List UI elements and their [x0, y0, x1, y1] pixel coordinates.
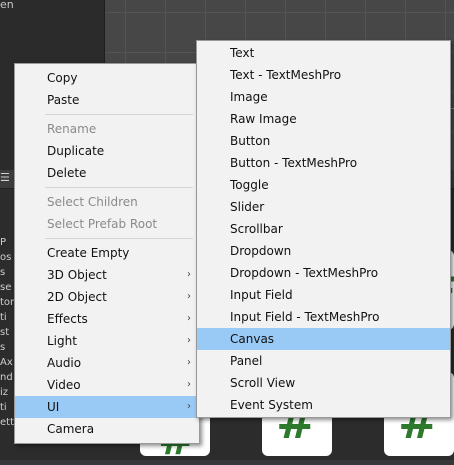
- hierarchy-item-fragment[interactable]: iz: [0, 385, 14, 400]
- hierarchy-item-fragment[interactable]: nd: [0, 370, 14, 385]
- menu-item-label: Button - TextMeshPro: [230, 156, 358, 170]
- menu-item-label: Canvas: [230, 332, 275, 346]
- hierarchy-item-fragment[interactable]: P: [0, 235, 14, 250]
- hierarchy-item-fragment[interactable]: s: [0, 340, 14, 355]
- menu-item-label: Button: [230, 134, 271, 148]
- menu-item-label: Copy: [47, 71, 78, 85]
- hierarchy-context-menu: Copy Paste Rename Duplicate Delete Select Chi…: [14, 63, 200, 444]
- menu-item-label: Input Field: [230, 288, 293, 302]
- hierarchy-item-fragment[interactable]: s: [0, 265, 14, 280]
- menu-item-label: Select Children: [47, 195, 138, 209]
- hierarchy-item-fragment[interactable]: st: [0, 325, 14, 340]
- submenu-item-slider[interactable]: Slider: [197, 196, 450, 218]
- menu-item-duplicate[interactable]: Duplicate: [15, 140, 199, 162]
- hierarchy-list-fragments: Pos s se tor ti st s Ax nd iz ti ett: [0, 235, 14, 430]
- submenu-item-scroll-view[interactable]: Scroll View: [197, 372, 450, 394]
- submenu-item-raw-image[interactable]: Raw Image: [197, 108, 450, 130]
- submenu-item-text-textmeshpro[interactable]: Text - TextMeshPro: [197, 64, 450, 86]
- menu-item-label: Light: [47, 334, 77, 348]
- menu-item-copy[interactable]: Copy: [15, 67, 199, 89]
- chevron-right-icon: ›: [187, 291, 191, 302]
- menu-item-3d-object[interactable]: 3D Object ›: [15, 264, 199, 286]
- chevron-right-icon: ›: [187, 335, 191, 346]
- menu-item-label: Select Prefab Root: [47, 217, 158, 231]
- menu-item-label: Dropdown: [230, 244, 292, 258]
- menu-item-video[interactable]: Video ›: [15, 374, 199, 396]
- hierarchy-text-fragment: en: [0, 0, 14, 11]
- menu-separator: [45, 187, 193, 188]
- menu-item-label: Rename: [47, 122, 97, 136]
- menu-item-delete[interactable]: Delete: [15, 162, 199, 184]
- menu-separator: [45, 114, 193, 115]
- hierarchy-item-fragment[interactable]: ti: [0, 310, 14, 325]
- submenu-item-toggle[interactable]: Toggle: [197, 174, 450, 196]
- menu-item-label: Video: [47, 378, 81, 392]
- menu-item-label: Dropdown - TextMeshPro: [230, 266, 379, 280]
- menu-item-paste[interactable]: Paste: [15, 89, 199, 111]
- menu-item-light[interactable]: Light ›: [15, 330, 199, 352]
- submenu-item-dropdown-textmeshpro[interactable]: Dropdown - TextMeshPro: [197, 262, 450, 284]
- menu-item-label: Camera: [47, 422, 95, 436]
- menu-item-label: Raw Image: [230, 112, 297, 126]
- hierarchy-item-fragment[interactable]: se: [0, 280, 14, 295]
- menu-item-create-empty[interactable]: Create Empty: [15, 242, 199, 264]
- submenu-item-input-field-textmeshpro[interactable]: Input Field - TextMeshPro: [197, 306, 450, 328]
- menu-item-label: Audio: [47, 356, 82, 370]
- chevron-right-icon: ›: [187, 379, 191, 390]
- hierarchy-item-fragment[interactable]: os: [0, 250, 14, 265]
- hierarchy-item-fragment[interactable]: tor: [0, 295, 14, 310]
- menu-item-label: Image: [230, 90, 268, 104]
- submenu-item-text[interactable]: Text: [197, 42, 450, 64]
- menu-item-select-prefab-root: Select Prefab Root: [15, 213, 199, 235]
- hierarchy-item-fragment[interactable]: ti: [0, 400, 14, 415]
- menu-item-label: Duplicate: [47, 144, 105, 158]
- menu-item-label: Delete: [47, 166, 87, 180]
- submenu-item-image[interactable]: Image: [197, 86, 450, 108]
- menu-item-label: Scroll View: [230, 376, 296, 390]
- menu-item-label: Event System: [230, 398, 313, 412]
- menu-item-ui[interactable]: UI ›: [15, 396, 199, 418]
- submenu-item-button-textmeshpro[interactable]: Button - TextMeshPro: [197, 152, 450, 174]
- hierarchy-item-fragment[interactable]: ett: [0, 415, 14, 430]
- menu-item-label: Text: [230, 46, 255, 60]
- ui-submenu: Text Text - TextMeshPro Image Raw Image Butt…: [196, 40, 451, 418]
- menu-item-label: Create Empty: [47, 246, 130, 260]
- menu-item-label: Paste: [47, 93, 80, 107]
- chevron-right-icon: ›: [187, 313, 191, 324]
- menu-item-label: Effects: [47, 312, 88, 326]
- submenu-item-button[interactable]: Button: [197, 130, 450, 152]
- submenu-item-dropdown[interactable]: Dropdown: [197, 240, 450, 262]
- menu-separator: [45, 238, 193, 239]
- menu-item-rename: Rename: [15, 118, 199, 140]
- hierarchy-item-fragment[interactable]: Ax: [0, 355, 14, 370]
- menu-item-label: 2D Object: [47, 290, 107, 304]
- menu-item-label: Toggle: [230, 178, 269, 192]
- menu-item-label: Slider: [230, 200, 265, 214]
- menu-item-select-children: Select Children: [15, 191, 199, 213]
- submenu-item-input-field[interactable]: Input Field: [197, 284, 450, 306]
- menu-item-label: UI: [47, 400, 60, 414]
- menu-item-label: Scrollbar: [230, 222, 283, 236]
- submenu-item-scrollbar[interactable]: Scrollbar: [197, 218, 450, 240]
- menu-item-label: Panel: [230, 354, 263, 368]
- menu-item-camera[interactable]: Camera: [15, 418, 199, 440]
- hierarchy-tab-icon[interactable]: ☰: [0, 172, 12, 184]
- menu-item-label: 3D Object: [47, 268, 107, 282]
- menu-item-effects[interactable]: Effects ›: [15, 308, 199, 330]
- menu-item-label: Input Field - TextMeshPro: [230, 310, 380, 324]
- submenu-item-panel[interactable]: Panel: [197, 350, 450, 372]
- menu-item-label: Text - TextMeshPro: [230, 68, 342, 82]
- chevron-right-icon: ›: [187, 401, 191, 412]
- menu-item-audio[interactable]: Audio ›: [15, 352, 199, 374]
- chevron-right-icon: ›: [187, 357, 191, 368]
- chevron-right-icon: ›: [187, 269, 191, 280]
- submenu-item-event-system[interactable]: Event System: [197, 394, 450, 416]
- submenu-item-canvas[interactable]: Canvas: [197, 328, 450, 350]
- menu-item-2d-object[interactable]: 2D Object ›: [15, 286, 199, 308]
